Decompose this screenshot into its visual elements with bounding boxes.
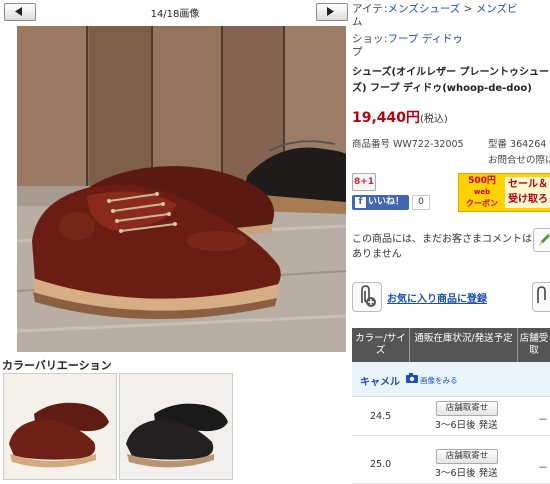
model-number: 型番 364264 <box>488 139 547 150</box>
color-thumb-camel[interactable] <box>3 373 117 480</box>
table-row: 25.0 店舗取寄せ 3〜6日後 発送 － <box>352 445 550 484</box>
price-value: 19,440円 <box>352 110 421 126</box>
favorite-shop-button[interactable] <box>532 282 550 312</box>
color-thumb-black[interactable] <box>119 373 233 480</box>
main-product-image[interactable] <box>17 26 346 352</box>
breadcrumb-category-link[interactable]: :メンズシューズ <box>384 3 460 15</box>
shop-name-link[interactable]: :フープ ディドゥ <box>384 33 463 59</box>
breadcrumb-shop-label: ショップ <box>352 33 384 58</box>
shipping-estimate: 3〜6日後 発送 <box>435 468 498 479</box>
prev-image-button[interactable] <box>4 3 36 21</box>
color-row-camel: キャメル 画像をみる <box>352 362 550 397</box>
header-store-pickup: 店舗受取 <box>519 333 549 356</box>
camera-icon <box>406 373 418 383</box>
table-row: 24.5 店舗取寄せ 3〜6日後 発送 － <box>352 397 550 436</box>
coupon-sale: セール＆ <box>508 179 548 190</box>
breadcrumb-separator: > <box>463 3 473 15</box>
write-review-button[interactable] <box>533 228 550 252</box>
coupon-amount: 500円 <box>468 176 496 186</box>
arrow-left-icon <box>15 7 22 16</box>
facebook-icon: f <box>355 197 366 208</box>
store-pickup-value: － <box>538 415 548 426</box>
review-empty-message: この商品には、まだお客さまコメントはありません <box>352 234 532 260</box>
inquiry-note: お問合せの際に <box>488 155 550 166</box>
product-number: 商品番号 WW722-32005 <box>352 139 464 150</box>
coupon-label: クーポン <box>466 199 498 208</box>
header-color-size: カラー/サイズ <box>352 328 410 362</box>
gallery-pager: 14/18画像 <box>0 0 348 22</box>
image-counter: 14/18画像 <box>150 9 200 20</box>
arrow-right-icon <box>327 7 334 16</box>
stock-table-header: カラー/サイズ 通販在庫状況/発送予定 店舗受取 <box>352 328 550 362</box>
coupon-receive: 受け取ろ <box>508 194 548 205</box>
size-value: 24.5 <box>370 411 392 422</box>
product-price: 19,440円(税込) <box>352 107 448 127</box>
store-order-button[interactable]: 店舗取寄せ <box>436 449 498 464</box>
gplus-button[interactable]: 8+1 <box>352 173 376 191</box>
header-stock-status: 通販在庫状況/発送予定 <box>410 328 518 362</box>
breadcrumb-subcategory-link[interactable]: メンズビ <box>476 3 518 15</box>
facebook-like-count: 0 <box>412 195 430 210</box>
paperclip-add-icon <box>361 285 376 307</box>
pencil-icon <box>539 234 550 246</box>
store-order-button[interactable]: 店舗取寄せ <box>436 401 498 416</box>
facebook-like-button[interactable]: f いいね！ <box>352 195 409 210</box>
next-image-button[interactable] <box>316 3 348 21</box>
breadcrumb-item-label: アイテム <box>352 3 383 28</box>
view-image-link[interactable]: 画像をみる <box>420 375 458 386</box>
breadcrumb: アイテム :メンズシューズ > メンズビ ショップ :フープ ディドゥ <box>352 3 550 59</box>
fb-like-label: いいね！ <box>368 197 405 207</box>
coupon-banner[interactable]: 500円 web クーポン セール＆ 受け取ろ <box>458 173 550 212</box>
shipping-estimate: 3〜6日後 発送 <box>435 420 498 431</box>
color-variation-title: カラーバリエーション <box>2 359 112 372</box>
tax-note: (税込) <box>420 114 448 125</box>
color-name-link[interactable]: キャメル <box>360 373 400 388</box>
store-pickup-value: － <box>538 463 548 474</box>
add-to-favorites-link[interactable]: お気に入り商品に登録 <box>387 290 487 305</box>
paperclip-icon <box>537 286 546 303</box>
favorite-button[interactable] <box>352 282 382 312</box>
size-value: 25.0 <box>370 459 392 470</box>
product-title: シューズ(オイルレザー プレーントゥシューズ) フープ ディドゥ(whoop-d… <box>352 67 550 94</box>
coupon-web: web <box>473 188 491 196</box>
